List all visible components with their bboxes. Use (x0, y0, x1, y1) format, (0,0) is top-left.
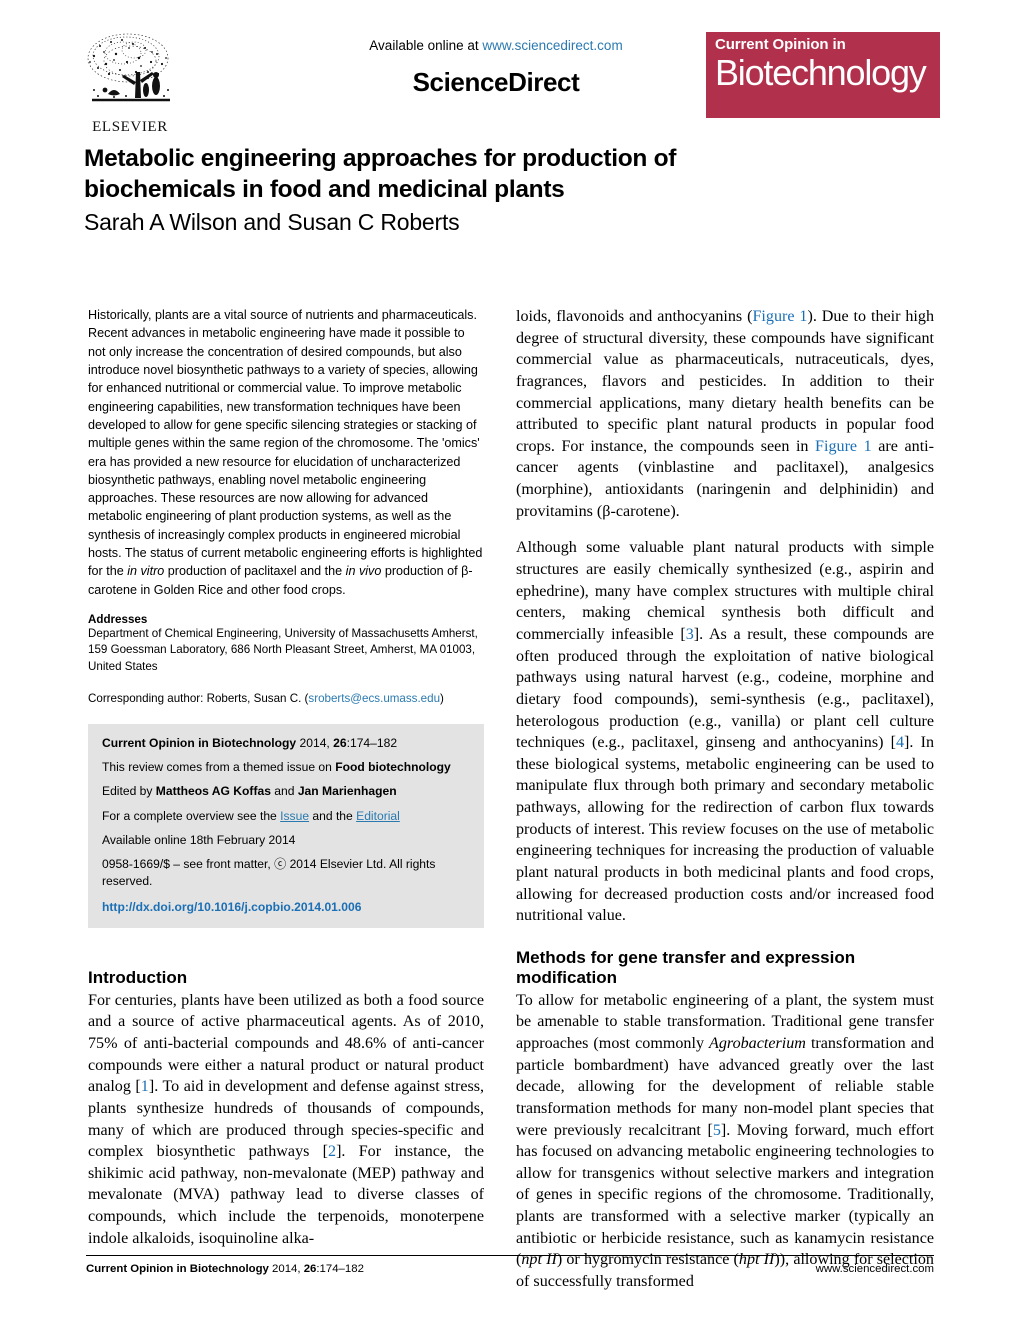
footer-year: 2014, (268, 1263, 304, 1275)
elsevier-wordmark: ELSEVIER (92, 119, 168, 135)
front-matter-copyright: 0958-1669/$ – see front matter, ⓒ 2014 E… (102, 857, 436, 888)
journal-logo: Current Opinion in Biotechnology (706, 32, 940, 118)
editors-conjunction: and (270, 784, 298, 799)
available-online-prefix: Available online at (369, 38, 483, 53)
masthead: ELSEVIER Available online at www.science… (78, 26, 942, 138)
citation-volume: 26 (333, 735, 347, 750)
doi-link[interactable]: http://dx.doi.org/10.1016/j.copbio.2014.… (102, 899, 470, 915)
elsevier-logo: ELSEVIER (78, 28, 182, 138)
issue-link[interactable]: Issue (280, 809, 309, 823)
overview-conjunction: and the (309, 808, 357, 823)
right-paragraph-1: loids, flavonoids and anthocyanins (Figu… (516, 306, 934, 522)
footer-journal-name: Current Opinion in Biotechnology (86, 1263, 269, 1275)
editor-one: Mattheos AG Koffas (155, 784, 271, 799)
citation-line: Current Opinion in Biotechnology 2014, 2… (102, 735, 470, 751)
corresponding-prefix: Corresponding author: Roberts, Susan C. … (88, 692, 309, 706)
right-p2-text-3: ]. In these biological systems, metaboli… (516, 734, 934, 925)
footer-website: www.sciencedirect.com (815, 1263, 934, 1275)
footer-volume: 26 (303, 1263, 317, 1275)
citation-pages: :174–182 (346, 735, 398, 750)
available-online-line: Available online at www.sciencedirect.co… (266, 38, 726, 53)
reference-2[interactable]: 2 (328, 1143, 336, 1160)
abstract-part-1: Historically, plants are a vital source … (88, 308, 483, 579)
methods-heading-line1: Methods for gene transfer and expression (516, 947, 856, 967)
addresses-text: Department of Chemical Engineering, Univ… (88, 627, 478, 673)
addresses-heading: Addresses (88, 613, 148, 626)
journal-logo-line1: Current Opinion in (715, 36, 846, 53)
abstract-italic-2: in vivo (345, 564, 382, 579)
reference-1[interactable]: 1 (141, 1078, 149, 1095)
editor-two: Jan Marienhagen (297, 784, 397, 799)
sciencedirect-block: Available online at www.sciencedirect.co… (266, 38, 726, 98)
reference-4[interactable]: 4 (896, 734, 904, 751)
page-footer: Current Opinion in Biotechnology 2014, 2… (86, 1255, 934, 1275)
right-p1-text-2: ). Due to their high degree of structura… (516, 308, 934, 455)
section-heading-introduction: Introduction (88, 968, 188, 988)
elsevier-tree-icon (87, 33, 170, 102)
themed-prefix: This review comes from a themed issue on (102, 760, 336, 775)
figure-1-reference-a[interactable]: Figure 1 (752, 308, 807, 325)
title-line2: biochemicals in food and medicinal plant… (84, 176, 565, 204)
section-heading-methods: Methods for gene transfer and expression… (516, 948, 934, 989)
themed-issue-line: This review comes from a themed issue on… (102, 759, 470, 775)
article-page: ELSEVIER Available online at www.science… (0, 0, 1020, 1323)
abstract-part-2: production of paclitaxel and the (164, 564, 346, 579)
right-p2-text-2: ]. As a result, these compounds are ofte… (516, 625, 934, 752)
methods-heading-line2: modification (516, 968, 618, 988)
reference-3[interactable]: 3 (686, 626, 694, 643)
editorial-link[interactable]: Editorial (356, 809, 400, 823)
methods-italic-agrobacterium: Agrobacterium (709, 1035, 806, 1052)
methods-text-3: ]. Moving forward, much effort has focus… (516, 1121, 934, 1269)
available-online-date: Available online 18th February 2014 (102, 833, 296, 848)
footer-citation: Current Opinion in Biotechnology 2014, 2… (86, 1263, 364, 1275)
right-paragraph-2: Although some valuable plant natural pro… (516, 537, 934, 927)
edited-by-prefix: Edited by (102, 784, 156, 799)
footer-pages: :174–182 (316, 1263, 364, 1275)
title-line1: Metabolic engineering approaches for pro… (84, 145, 677, 172)
abstract-text: Historically, plants are a vital source … (88, 306, 484, 599)
sciencedirect-wordmark: ScienceDirect (412, 67, 580, 97)
introduction-paragraph: For centuries, plants have been utilized… (88, 990, 484, 1250)
corresponding-email-link[interactable]: sroberts@ecs.umass.edu (308, 692, 440, 705)
left-column: Historically, plants are a vital source … (88, 306, 484, 1249)
journal-logo-line2: Biotechnology (715, 51, 927, 93)
themed-topic: Food biotechnology (335, 760, 451, 775)
citation-year: 2014, (296, 735, 334, 750)
methods-paragraph-1: To allow for metabolic engineering of a … (516, 990, 934, 1293)
figure-1-reference-b[interactable]: Figure 1 (815, 438, 872, 455)
page-title: Metabolic engineering approaches for pro… (84, 143, 844, 205)
right-p1-text-1: loids, flavonoids and anthocyanins ( (516, 308, 753, 325)
sciencedirect-link[interactable]: www.sciencedirect.com (482, 38, 622, 53)
right-column: loids, flavonoids and anthocyanins (Figu… (516, 306, 934, 1293)
abstract-italic-1: in vitro (127, 564, 165, 579)
reference-5[interactable]: 5 (713, 1122, 721, 1139)
overview-prefix: For a complete overview see the (102, 808, 281, 823)
journal-info-box: Current Opinion in Biotechnology 2014, 2… (88, 723, 484, 929)
editors-line: Edited by Mattheos AG Koffas and Jan Mar… (102, 783, 470, 799)
corresponding-author: Corresponding author: Roberts, Susan C. … (88, 691, 484, 707)
citation-journal: Current Opinion in Biotechnology (102, 735, 297, 750)
author-list: Sarah A Wilson and Susan C Roberts (84, 209, 460, 236)
title-block: Metabolic engineering approaches for pro… (84, 143, 844, 237)
overview-line: For a complete overview see the Issue an… (102, 808, 470, 824)
corresponding-suffix: ) (440, 692, 444, 706)
